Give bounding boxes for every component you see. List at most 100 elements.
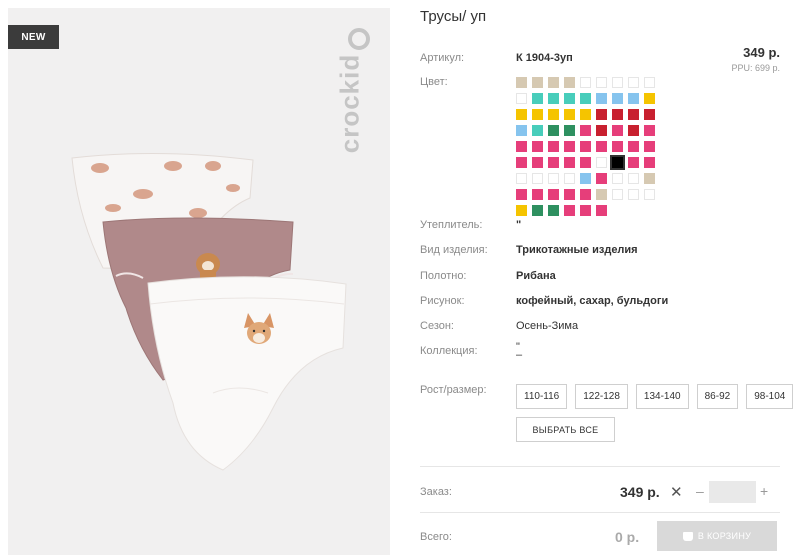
color-swatch-white[interactable] [644,189,655,200]
color-swatch-beige[interactable] [596,189,607,200]
color-swatch-pink[interactable] [516,141,527,152]
color-swatch-pink[interactable] [596,141,607,152]
color-swatch-red[interactable] [628,109,639,120]
color-swatch-pink[interactable] [580,205,591,216]
color-swatch-white[interactable] [644,77,655,88]
color-swatch-teal[interactable] [548,93,559,104]
color-swatch-blue[interactable] [580,173,591,184]
color-swatch-teal[interactable] [532,125,543,136]
color-swatch-beige[interactable] [564,77,575,88]
color-swatch-red[interactable] [596,109,607,120]
color-swatch-teal[interactable] [564,93,575,104]
color-swatch-white[interactable] [580,77,591,88]
price-per-unit: PPU: 699 р. [731,63,780,73]
color-swatch-blue[interactable] [628,93,639,104]
decrease-quantity-button[interactable]: – [696,483,704,499]
color-swatch-beige[interactable] [644,173,655,184]
color-swatch-white[interactable] [596,157,607,168]
increase-quantity-button[interactable]: + [760,483,768,499]
color-swatch-green[interactable] [548,125,559,136]
total-label: Всего: [420,531,452,543]
color-swatch-yellow[interactable] [516,205,527,216]
color-swatch-yellow[interactable] [580,109,591,120]
size-option-86-92[interactable]: 86-92 [696,384,739,409]
size-option-122-128[interactable]: 122-128 [575,384,628,409]
color-swatch-pink[interactable] [548,189,559,200]
color-swatch-pink[interactable] [628,157,639,168]
color-swatch-yellow[interactable] [564,109,575,120]
color-swatch-pink[interactable] [596,173,607,184]
season-label: Сезон: [420,320,454,332]
quantity-input[interactable] [709,481,756,503]
color-swatch-white[interactable] [628,173,639,184]
collection-value-line-2: – [516,349,523,361]
color-swatch-white[interactable] [516,93,527,104]
color-swatch-white[interactable] [548,173,559,184]
color-swatch-white[interactable] [596,77,607,88]
color-swatch-pink[interactable] [564,189,575,200]
color-swatch-white[interactable] [628,189,639,200]
color-swatch-yellow[interactable] [516,109,527,120]
new-badge: NEW [8,25,59,49]
color-swatch-red[interactable] [612,109,623,120]
color-swatch-pink[interactable] [564,205,575,216]
color-swatch-pink[interactable] [580,189,591,200]
color-swatch-pink[interactable] [612,125,623,136]
color-label: Цвет: [420,76,448,88]
color-swatch-green[interactable] [532,205,543,216]
color-swatch-white[interactable] [564,173,575,184]
color-swatch-teal[interactable] [580,93,591,104]
size-option-98-104[interactable]: 98-104 [746,384,794,409]
color-swatch-pink[interactable] [580,125,591,136]
color-swatch-white[interactable] [532,173,543,184]
color-swatch-pink[interactable] [628,141,639,152]
color-swatch-pink[interactable] [516,157,527,168]
add-to-cart-button[interactable]: В КОРЗИНУ [657,521,777,551]
color-swatch-pink[interactable] [612,141,623,152]
color-swatch-beige[interactable] [516,77,527,88]
color-swatch-pink[interactable] [516,189,527,200]
collection-label: Коллекция: [420,345,478,357]
color-swatch-white[interactable] [516,173,527,184]
color-swatch-pink[interactable] [644,125,655,136]
color-swatch-pink[interactable] [644,141,655,152]
product-photo[interactable]: crockid [8,8,390,555]
color-swatch-pink[interactable] [532,189,543,200]
color-swatch-red[interactable] [628,125,639,136]
color-swatch-pink[interactable] [564,141,575,152]
color-swatch-blue[interactable] [596,93,607,104]
color-swatch-yellow[interactable] [532,109,543,120]
color-swatch-pink[interactable] [548,141,559,152]
color-swatch-pink[interactable] [532,141,543,152]
color-swatch-black[interactable] [610,155,625,170]
color-swatch-white[interactable] [612,189,623,200]
color-swatch-green[interactable] [564,125,575,136]
color-swatch-pink[interactable] [580,157,591,168]
select-all-button[interactable]: ВЫБРАТЬ ВСЕ [516,417,615,442]
brand-name: crockid [334,53,365,154]
color-swatches [516,77,656,216]
color-swatch-white[interactable] [628,77,639,88]
color-swatch-pink[interactable] [548,157,559,168]
color-swatch-yellow[interactable] [548,109,559,120]
remove-order-icon[interactable]: ✕ [670,483,683,501]
insulation-value: " [516,219,522,231]
color-swatch-pink[interactable] [564,157,575,168]
color-swatch-blue[interactable] [612,93,623,104]
color-swatch-pink[interactable] [532,157,543,168]
color-swatch-pink[interactable] [596,205,607,216]
color-swatch-red[interactable] [596,125,607,136]
color-swatch-red[interactable] [644,109,655,120]
color-swatch-beige[interactable] [548,77,559,88]
color-swatch-white[interactable] [612,173,623,184]
color-swatch-pink[interactable] [580,141,591,152]
color-swatch-blue[interactable] [516,125,527,136]
color-swatch-beige[interactable] [532,77,543,88]
color-swatch-teal[interactable] [532,93,543,104]
size-option-110-116[interactable]: 110-116 [516,384,568,409]
color-swatch-white[interactable] [612,77,623,88]
color-swatch-green[interactable] [548,205,559,216]
color-swatch-pink[interactable] [644,157,655,168]
color-swatch-yellow[interactable] [644,93,655,104]
size-option-134-140[interactable]: 134-140 [635,384,689,409]
